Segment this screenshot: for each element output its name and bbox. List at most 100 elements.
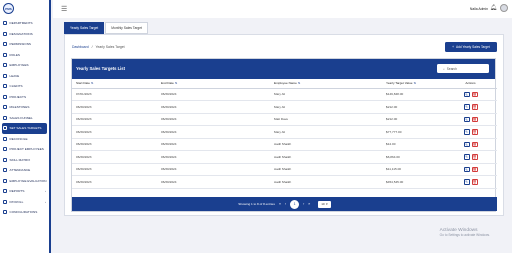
flag-icon <box>3 105 7 110</box>
delete-icon[interactable]: 🗑︎ <box>471 166 478 172</box>
next-page-button[interactable]: › <box>303 202 304 206</box>
col-yearly-target-value[interactable]: Yearly Target Value⇅ <box>382 79 444 89</box>
sidebar-item-designations[interactable]: DESIGNATIONS <box>0 29 49 40</box>
sidebar-item-label: LEAVE <box>9 73 20 78</box>
search-input[interactable]: ⌕ Search <box>437 64 489 73</box>
edit-icon[interactable]: ✎ <box>463 141 470 147</box>
col-start-date[interactable]: Start Date⇅ <box>72 79 157 89</box>
table-row: 06/30/2023 06/30/2024 Mary Ali $77,777.00 ✎ 🗑… <box>72 125 497 139</box>
last-page-button[interactable]: » <box>308 202 310 206</box>
clock-icon <box>3 168 7 173</box>
col-label: Yearly Target Value <box>386 81 413 86</box>
add-yearly-sales-target-button[interactable]: + Add Yearly Sales Target <box>445 42 497 52</box>
col-employee-name[interactable]: Employee Name⇅ <box>270 79 382 89</box>
table-cell: 07/01/2023 <box>72 88 157 101</box>
sidebar-item-skill-matrix[interactable]: SKILL MATRIX <box>0 155 49 166</box>
bell-icon[interactable]: 🔔︎ <box>490 5 497 11</box>
sidebar-item-payroll[interactable]: PAYROLL › <box>0 197 49 208</box>
sidebar-item-project-employees[interactable]: PROJECT EMPLOYEES <box>0 144 49 155</box>
sidebar-item-employees[interactable]: EMPLOYEES <box>0 60 49 71</box>
user-name[interactable]: Nalla Admin <box>470 7 488 11</box>
edit-icon[interactable]: ✎ <box>463 116 470 122</box>
row-actions: ✎ 🗑︎ <box>444 175 497 189</box>
matrix-icon <box>3 157 7 162</box>
edit-icon[interactable]: ✎ <box>463 91 470 97</box>
breadcrumb-dashboard[interactable]: Dashboard <box>72 45 89 49</box>
edit-icon[interactable]: ✎ <box>463 104 470 110</box>
delete-icon[interactable]: 🗑︎ <box>471 141 478 147</box>
edit-icon[interactable]: ✎ <box>463 154 470 160</box>
lock-icon <box>3 42 7 47</box>
tabs: Yearly Sales Target Monthly Sales Target <box>64 22 148 34</box>
breadcrumb-current: Yearly Sales Target <box>95 45 125 49</box>
sidebar-item-projects[interactable]: PROJECTS <box>0 92 49 103</box>
sidebar-item-label: CLIENTS <box>9 84 23 89</box>
table-cell: 06/30/2024 <box>157 150 270 164</box>
sidebar-item-label: MILESTONES <box>9 105 30 110</box>
edit-icon[interactable]: ✎ <box>463 179 470 185</box>
table-cell: $149,848.00 <box>382 88 444 101</box>
table-cell: Aadil Shaikh <box>270 138 382 151</box>
prev-page-button[interactable]: ‹ <box>285 202 286 206</box>
delete-icon[interactable]: 🗑︎ <box>471 154 478 160</box>
sidebar-item-label: SKILL MATRIX <box>9 157 31 162</box>
row-actions: ✎ 🗑︎ <box>444 150 497 164</box>
sidebar-item-configurations[interactable]: CONFIGURATIONS <box>0 207 49 218</box>
target-icon <box>3 126 7 131</box>
sidebar-item-leave[interactable]: LEAVE <box>0 71 49 82</box>
edit-icon[interactable]: ✎ <box>463 129 470 135</box>
content-panel: Dashboard / Yearly Sales Target + Add Ye… <box>64 34 504 216</box>
sidebar-item-label: SALES FUNNEL <box>9 115 33 120</box>
breadcrumb: Dashboard / Yearly Sales Target <box>72 45 125 49</box>
table-cell: 06/30/2024 <box>157 138 270 151</box>
delete-icon[interactable]: 🗑︎ <box>471 104 478 110</box>
edit-icon[interactable]: ✎ <box>463 166 470 172</box>
sidebar: PMS DEPARTMENTS DESIGNATIONS PERMISSIONS RO… <box>0 0 51 253</box>
sort-icon[interactable]: ⇅ <box>298 81 300 85</box>
sidebar-item-set-sales-targets[interactable]: SET SALES TARGETS <box>2 123 47 134</box>
wallet-icon <box>3 199 7 204</box>
sort-icon[interactable]: ⇅ <box>175 81 177 85</box>
sidebar-item-reconcile[interactable]: RECONCILE <box>0 134 49 145</box>
page-1-button[interactable]: 1 <box>290 199 300 209</box>
sidebar-item-reports[interactable]: REPORTS › <box>0 186 49 197</box>
sidebar-item-clients[interactable]: CLIENTS <box>0 81 49 92</box>
sort-icon[interactable]: ⇅ <box>413 81 415 85</box>
table-cell: $6,864.00 <box>382 150 444 164</box>
sidebar-item-attendance[interactable]: ATTENDANCE <box>0 165 49 176</box>
delete-icon[interactable]: 🗑︎ <box>471 129 478 135</box>
table-cell: 06/30/2023 <box>72 138 157 151</box>
table-row: 06/30/2023 06/30/2024 Mary Ali $212.00 ✎ 🗑︎ <box>72 100 497 114</box>
tab-monthly-sales-target[interactable]: Monthly Sales Target <box>105 22 148 34</box>
sidebar-item-departments[interactable]: DEPARTMENTS <box>0 18 49 29</box>
delete-icon[interactable]: 🗑︎ <box>471 179 478 185</box>
tab-yearly-sales-target[interactable]: Yearly Sales Target <box>64 22 105 34</box>
row-actions: ✎ 🗑︎ <box>444 100 497 114</box>
folder-icon <box>3 94 7 99</box>
table-row: 06/30/2023 06/30/2024 Aadil Shaikh $6,864.0… <box>72 150 497 164</box>
add-button-label: Add Yearly Sales Target <box>456 45 490 49</box>
table-cell: Matt Dave <box>270 113 382 126</box>
hamburger-icon[interactable]: ☰ <box>61 5 67 13</box>
roles-icon <box>3 52 7 57</box>
delete-icon[interactable]: 🗑︎ <box>471 91 478 97</box>
activate-windows-watermark: Activate Windows Go to Settings to activ… <box>440 228 490 237</box>
table-cell: Aadil Shaikh <box>270 163 382 176</box>
sidebar-item-permissions[interactable]: PERMISSIONS <box>0 39 49 50</box>
avatar[interactable] <box>500 4 508 12</box>
sidebar-item-roles[interactable]: ROLES <box>0 50 49 61</box>
col-label: End Date <box>161 81 174 86</box>
sidebar-item-sales-funnel[interactable]: SALES FUNNEL <box>0 113 49 124</box>
per-page-select[interactable]: 10 ▾ <box>318 200 331 208</box>
chevron-down-icon: ▾ <box>326 202 328 206</box>
calendar-icon <box>3 73 7 78</box>
delete-icon[interactable]: 🗑︎ <box>471 116 478 122</box>
sidebar-item-employee-evaluation[interactable]: EMPLOYEE EVALUATION <box>0 176 49 187</box>
table-cell: 06/30/2024 <box>157 125 270 139</box>
table-cell: $77,777.00 <box>382 125 444 139</box>
sidebar-item-milestones[interactable]: MILESTONES <box>0 102 49 113</box>
sort-icon[interactable]: ⇅ <box>91 81 93 85</box>
logo[interactable]: PMS <box>3 3 14 14</box>
col-end-date[interactable]: End Date⇅ <box>157 79 270 89</box>
first-page-button[interactable]: « <box>279 202 281 206</box>
